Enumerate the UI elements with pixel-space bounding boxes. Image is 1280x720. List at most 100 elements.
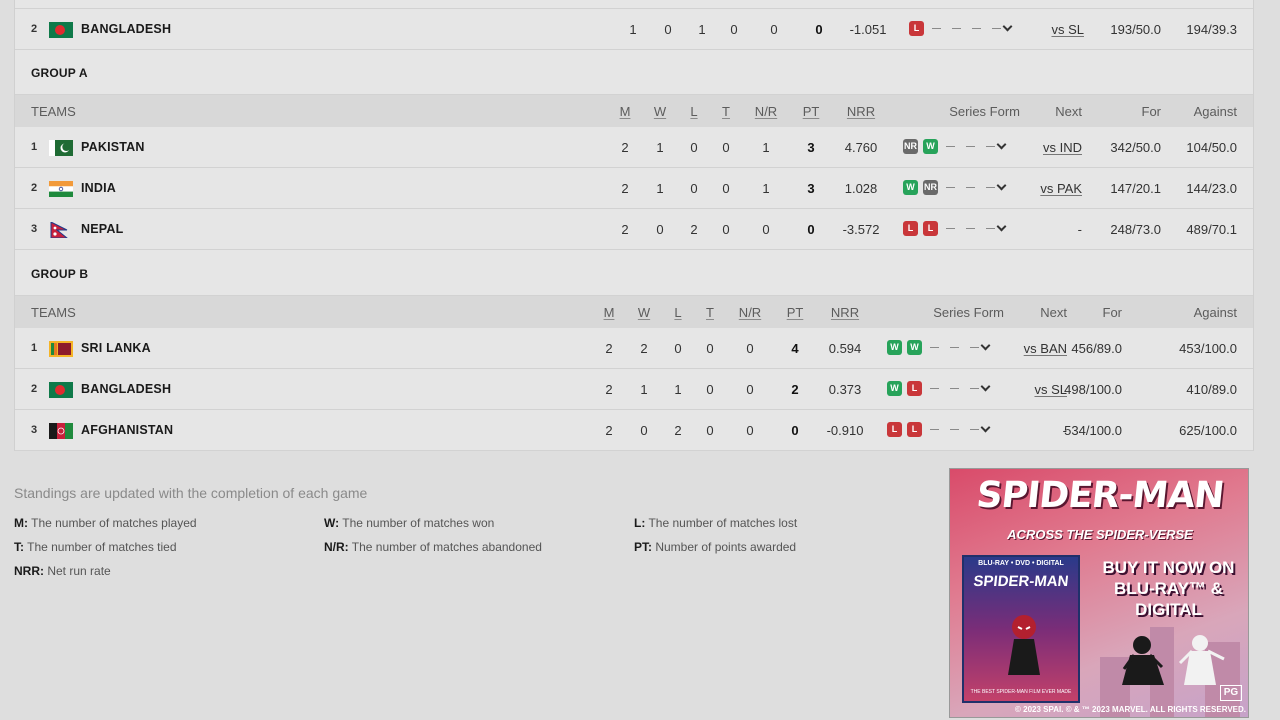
stat-nr: 1 (762, 140, 770, 155)
team-name[interactable]: BANGLADESH (81, 382, 171, 396)
form-empty-dash (950, 388, 959, 389)
ad-hero-illustration (1008, 615, 1040, 675)
next-match-link: - (1077, 222, 1082, 237)
team-rank: 2 (31, 23, 38, 35)
table-row[interactable]: 2 BANGLADESH 1 0 1 0 0 0 -1.051 Lvs SL 193/50.0 194… (15, 9, 1253, 50)
team-rank: 1 (31, 141, 38, 153)
table-row[interactable]: 3 NEPAL 2 0 2 0 0 0 -3.572 L L - 248/73.0 489/70.1 (15, 209, 1253, 250)
chevron-down-icon[interactable] (980, 422, 991, 433)
form-chip-nr[interactable]: NR (923, 180, 938, 195)
next-match-link[interactable]: vs SL (1034, 382, 1067, 397)
stat-t: 0 (722, 222, 730, 237)
next-match-link[interactable]: vs SL (1051, 22, 1084, 37)
form-chip-l[interactable]: L (909, 21, 924, 36)
stat-w: 2 (640, 341, 648, 356)
stat-w: 1 (656, 140, 664, 155)
team-name[interactable]: NEPAL (81, 222, 123, 236)
form-chip-l[interactable]: L (907, 422, 922, 437)
table-header: TEAMS M W L T N/R PT NRR Series Form Next For Again… (15, 95, 1253, 127)
form-chip-w[interactable]: W (923, 139, 938, 154)
table-row[interactable]: 1 SRI LANKA 2 2 0 0 0 4 0.594 W Wvs BAN 456/89.0 453… (15, 328, 1253, 369)
chevron-down-icon[interactable] (996, 180, 1007, 191)
chevron-down-icon[interactable] (1002, 21, 1013, 32)
next-match-link[interactable]: vs BAN (1024, 341, 1067, 356)
team-name[interactable]: SRI LANKA (81, 341, 151, 355)
team-name[interactable]: PAKISTAN (81, 140, 145, 154)
ad-subtitle: ACROSS THE SPIDER-VERSE (1007, 527, 1193, 542)
header-for: For (1141, 104, 1162, 119)
table-row[interactable]: 3 AFGHANISTAN 2 0 2 0 0 0 -0.910 L L -534/100.0 625/… (15, 410, 1253, 451)
next-match-link[interactable]: vs PAK (1040, 181, 1082, 196)
header-series-form: Series Form (933, 305, 1004, 320)
stat-l: 2 (674, 423, 682, 438)
team-name[interactable]: BANGLADESH (81, 22, 171, 36)
stat-for: 193/50.0 (1110, 22, 1161, 37)
team-rank: 2 (31, 383, 38, 395)
stat-t: 0 (706, 382, 714, 397)
ad-title: SPIDER-MAN (974, 475, 1226, 516)
stat-for: 248/73.0 (1110, 222, 1161, 237)
stat-against: 489/70.1 (1186, 222, 1237, 237)
form-chip-w[interactable]: W (887, 381, 902, 396)
team-name[interactable]: INDIA (81, 181, 116, 195)
stat-l: 1 (674, 382, 682, 397)
form-chip-l[interactable]: L (907, 381, 922, 396)
legend-item-nr: N/R: The number of matches abandoned (324, 540, 542, 554)
header-t[interactable]: T (722, 104, 730, 119)
form-empty-dash (950, 347, 959, 348)
form-empty-dash (966, 146, 975, 147)
stat-for: 456/89.0 (1071, 341, 1122, 356)
chevron-down-icon[interactable] (996, 139, 1007, 150)
form-empty-dash (970, 388, 979, 389)
header-for: For (1102, 305, 1123, 320)
table-row[interactable]: 2 INDIA 2 1 0 0 1 3 1.028 W NR vs PAK 147/20.1 144/23… (15, 168, 1253, 209)
stat-nr: 0 (746, 382, 754, 397)
header-m[interactable]: M (620, 104, 631, 119)
chevron-down-icon[interactable] (980, 340, 991, 351)
team-rank: 2 (31, 182, 38, 194)
chevron-down-icon[interactable] (996, 221, 1007, 232)
form-chip-w[interactable]: W (903, 180, 918, 195)
header-l[interactable]: L (690, 104, 697, 119)
header-next: Next (1055, 104, 1082, 119)
table-row[interactable]: 1 PAKISTAN 2 1 0 0 1 3 4.760 NR Wvs IND 342/50.0 104… (15, 127, 1253, 168)
header-t[interactable]: T (706, 305, 714, 320)
header-pt[interactable]: PT (787, 305, 804, 320)
form-chip-nr[interactable]: NR (903, 139, 918, 154)
stat-w: 0 (640, 423, 648, 438)
form-chip-l[interactable]: L (923, 221, 938, 236)
header-nr[interactable]: N/R (755, 104, 777, 119)
legend-item-l: L: The number of matches lost (634, 516, 798, 530)
stat-l: 2 (690, 222, 698, 237)
stat-for: 342/50.0 (1110, 140, 1161, 155)
nepal-flag (49, 221, 73, 239)
header-w[interactable]: W (654, 104, 666, 119)
india-flag (49, 181, 73, 197)
header-w[interactable]: W (638, 305, 650, 320)
stat-pt: 2 (791, 382, 799, 397)
spiderman-ad-banner[interactable]: SPIDER-MAN ACROSS THE SPIDER-VERSE BLU-R… (949, 468, 1249, 718)
stat-l: 0 (690, 140, 698, 155)
stat-nr: 0 (746, 423, 754, 438)
stat-nrr: -0.910 (826, 423, 864, 438)
header-nrr[interactable]: NRR (831, 305, 859, 320)
next-match-link[interactable]: vs IND (1043, 140, 1082, 155)
stat-nrr: -3.572 (842, 222, 880, 237)
form-empty-dash (946, 228, 955, 229)
header-nr[interactable]: N/R (739, 305, 761, 320)
team-name[interactable]: AFGHANISTAN (81, 423, 173, 437)
form-chip-l[interactable]: L (887, 422, 902, 437)
header-l[interactable]: L (674, 305, 681, 320)
header-nrr[interactable]: NRR (847, 104, 875, 119)
form-chip-l[interactable]: L (903, 221, 918, 236)
group-title: GROUP B (31, 267, 89, 281)
form-chip-w[interactable]: W (907, 340, 922, 355)
table-row[interactable]: 2 BANGLADESH 2 1 1 0 0 2 0.373 W Lvs SL 498/100.0 41… (15, 369, 1253, 410)
header-pt[interactable]: PT (803, 104, 820, 119)
stat-nr: 0 (762, 222, 770, 237)
chevron-down-icon[interactable] (980, 381, 991, 392)
header-m[interactable]: M (604, 305, 615, 320)
form-empty-dash (930, 347, 939, 348)
stat-against: 625/100.0 (1179, 423, 1237, 438)
form-chip-w[interactable]: W (887, 340, 902, 355)
